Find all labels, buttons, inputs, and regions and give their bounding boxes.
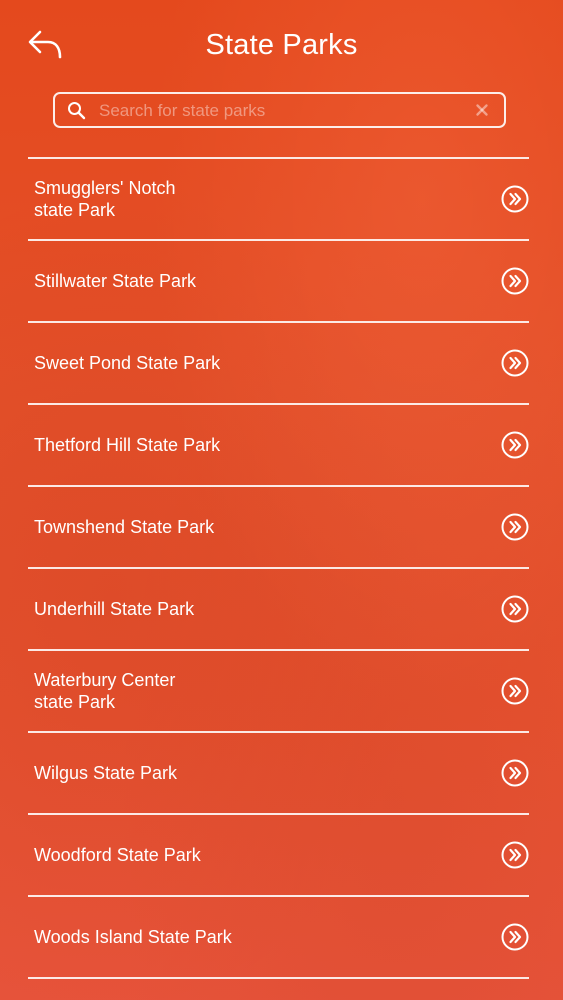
list-item[interactable]: Stillwater State Park (28, 241, 529, 323)
list-item[interactable]: Waterbury Center state Park (28, 651, 529, 733)
list-item[interactable]: Underhill State Park (28, 569, 529, 651)
search-bar[interactable] (53, 92, 506, 128)
park-name: Thetford Hill State Park (34, 435, 221, 455)
screen: State Parks Smugglers' Notch state Park … (0, 0, 563, 1000)
chevron-double-right-circle-icon[interactable] (501, 677, 529, 705)
park-name: Wilgus State Park (34, 763, 178, 783)
park-list: Smugglers' Notch state Park Stillwater S… (28, 157, 529, 979)
park-name: Underhill State Park (34, 599, 195, 619)
park-name: Woodford State Park (34, 845, 201, 865)
chevron-double-right-circle-icon[interactable] (501, 267, 529, 295)
park-name: Woods Island State Park (34, 927, 232, 947)
list-item[interactable]: Thetford Hill State Park (28, 405, 529, 487)
list-item[interactable]: Woods Island State Park (28, 897, 529, 979)
park-name: Waterbury Center state Park (34, 670, 176, 712)
list-item[interactable]: Townshend State Park (28, 487, 529, 569)
list-item[interactable]: Woodford State Park (28, 815, 529, 897)
chevron-double-right-circle-icon[interactable] (501, 759, 529, 787)
park-name: Smugglers' Notch state Park (34, 178, 176, 220)
chevron-double-right-circle-icon[interactable] (501, 595, 529, 623)
page-title: State Parks (205, 29, 358, 61)
park-name: Stillwater State Park (34, 271, 197, 291)
list-item[interactable]: Smugglers' Notch state Park (28, 159, 529, 241)
list-item[interactable]: Sweet Pond State Park (28, 323, 529, 405)
header: State Parks (0, 0, 563, 88)
chevron-double-right-circle-icon[interactable] (501, 431, 529, 459)
close-icon[interactable] (474, 102, 490, 118)
search-icon (67, 101, 87, 121)
park-name: Sweet Pond State Park (34, 353, 221, 373)
chevron-double-right-circle-icon[interactable] (501, 841, 529, 869)
chevron-double-right-circle-icon[interactable] (501, 185, 529, 213)
chevron-double-right-circle-icon[interactable] (501, 513, 529, 541)
search-input[interactable] (99, 98, 459, 124)
chevron-double-right-circle-icon[interactable] (501, 349, 529, 377)
chevron-double-right-circle-icon[interactable] (501, 923, 529, 951)
park-name: Townshend State Park (34, 517, 215, 537)
list-item[interactable]: Wilgus State Park (28, 733, 529, 815)
